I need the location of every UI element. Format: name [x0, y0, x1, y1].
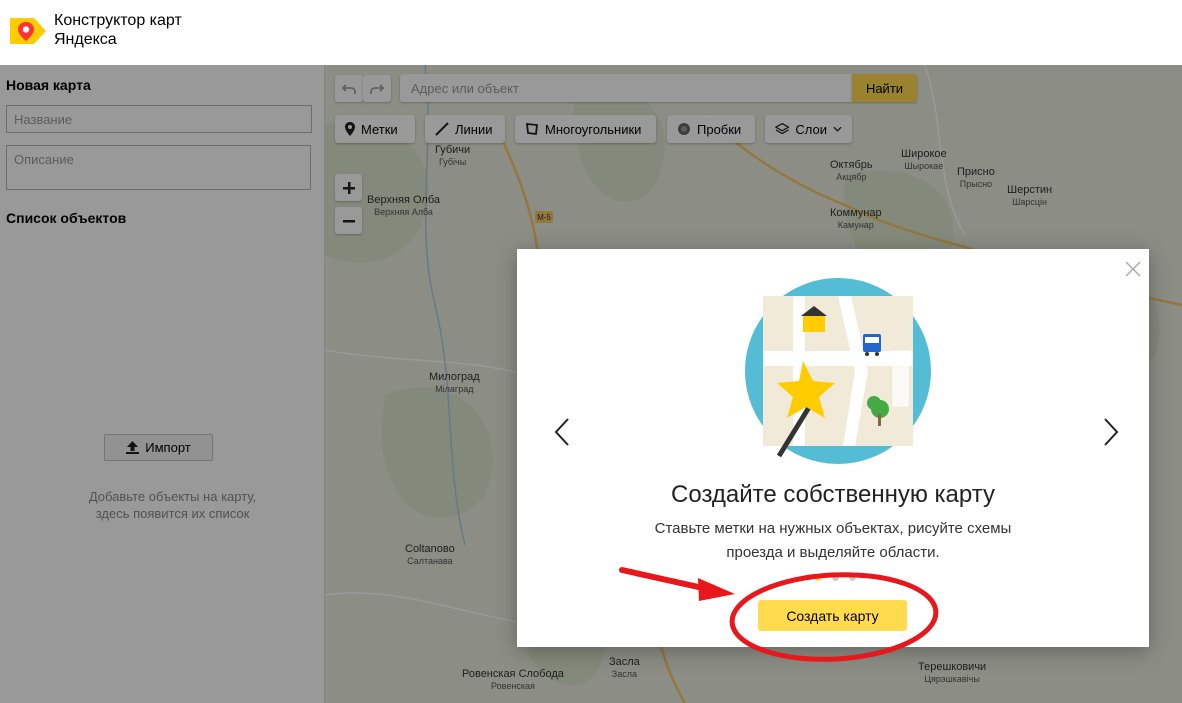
- app-header: Конструктор карт Яндекса: [0, 0, 1182, 65]
- tool-points-label: Метки: [361, 121, 398, 137]
- import-button[interactable]: Импорт: [104, 434, 213, 461]
- chevron-down-icon: [833, 126, 842, 132]
- polygon-icon: [525, 122, 538, 136]
- empty-list-hint: Добавьте объекты на карту, здесь появитс…: [40, 488, 305, 522]
- tool-lines-button[interactable]: Линии: [425, 115, 505, 143]
- upload-icon: [126, 441, 140, 454]
- empty-hint-line2: здесь появится их список: [95, 506, 250, 521]
- town-label: Широкое Шырокае: [901, 148, 947, 171]
- layers-button[interactable]: Слои: [765, 115, 852, 143]
- tool-lines-label: Линии: [455, 121, 493, 137]
- undo-icon: [342, 83, 356, 94]
- tool-polygons-label: Многоугольники: [545, 121, 642, 137]
- page-dot[interactable]: [815, 574, 822, 581]
- town-label: Верхняя Олба Верхняя Алба: [367, 194, 441, 217]
- town-label: Милоград Мілаград: [429, 371, 480, 394]
- import-label: Импорт: [145, 440, 191, 455]
- town-label: Губичи Губічы: [435, 144, 471, 167]
- town-label: Присно Прыснo: [957, 166, 995, 189]
- close-icon[interactable]: [1125, 261, 1141, 277]
- traffic-icon: [678, 123, 690, 135]
- empty-hint-line1: Добавьте объекты на карту,: [88, 489, 257, 504]
- road-label: М-5: [537, 213, 551, 222]
- objects-list-title: Список объектов: [6, 210, 127, 226]
- page-dot[interactable]: [849, 574, 856, 581]
- chevron-right-icon[interactable]: [1102, 417, 1120, 447]
- town-label: Шерстин Шарсцін: [1007, 184, 1053, 207]
- search-input[interactable]: Адрес или объект: [400, 74, 852, 102]
- town-label: Ровенская Слобода Ровенская: [462, 668, 564, 691]
- onboarding-dialog: Создайте собственную карту Ставьте метки…: [517, 249, 1149, 647]
- traffic-button[interactable]: Пробки: [667, 115, 755, 143]
- plus-icon: [342, 181, 355, 194]
- dialog-description: Ставьте метки на нужных объектах, рисуйт…: [627, 517, 1039, 565]
- tool-points-button[interactable]: Метки: [335, 115, 415, 143]
- redo-icon: [370, 83, 384, 94]
- town-label: Терешковичи Цярэшкавічы: [918, 661, 987, 684]
- map-title: Новая карта: [6, 77, 91, 93]
- town-label: Соltanово Салтанава: [405, 543, 455, 566]
- map-pin-logo-icon[interactable]: [10, 14, 46, 48]
- zoom-out-button[interactable]: [335, 207, 362, 234]
- map-name-field[interactable]: Название: [6, 105, 312, 133]
- traffic-label: Пробки: [697, 121, 742, 137]
- app-title-line1: Конструктор карт: [54, 12, 182, 29]
- chevron-left-icon[interactable]: [553, 417, 571, 447]
- search-button[interactable]: Найти: [852, 74, 917, 102]
- tool-polygons-button[interactable]: Многоугольники: [515, 115, 656, 143]
- page-dot[interactable]: [832, 574, 839, 581]
- town-label: Октябрь Акцябр: [830, 159, 873, 182]
- dialog-title: Создайте собственную карту: [671, 481, 995, 508]
- page-dots: [815, 574, 856, 581]
- minus-icon: [342, 219, 355, 222]
- redo-button[interactable]: [363, 75, 391, 102]
- app-title-line2: Яндекса: [54, 31, 117, 48]
- layers-label: Слои: [795, 121, 828, 137]
- dialog-text-line2: проезда и выделяйте области.: [726, 544, 940, 561]
- undo-button[interactable]: [335, 75, 363, 102]
- sidebar: Новая карта Название Описание Список объ…: [0, 65, 325, 703]
- app-title[interactable]: Конструктор карт Яндекса: [54, 11, 182, 49]
- line-icon: [435, 122, 449, 136]
- layers-icon: [775, 122, 790, 135]
- zoom-in-button[interactable]: [335, 174, 362, 201]
- placemark-icon: [345, 122, 355, 136]
- create-map-button[interactable]: Создать карту: [758, 600, 907, 631]
- map-description-field[interactable]: Описание: [6, 145, 311, 190]
- dialog-text-line1: Ставьте метки на нужных объектах, рисуйт…: [654, 520, 1012, 537]
- map-illustration: [745, 278, 931, 464]
- town-label: Коммунар Камунар: [830, 207, 882, 230]
- town-label: Засла Засла: [609, 656, 640, 679]
